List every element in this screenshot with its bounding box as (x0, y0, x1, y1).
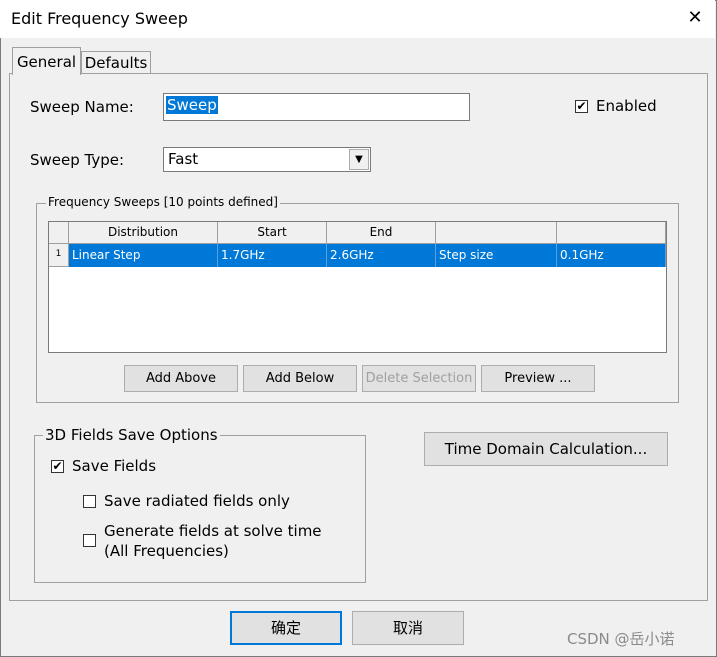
cancel-button[interactable]: 取消 (352, 611, 464, 645)
column-header-distribution[interactable]: Distribution (69, 222, 218, 244)
column-header-end[interactable]: End (327, 222, 436, 244)
column-header-start[interactable]: Start (218, 222, 327, 244)
close-icon[interactable]: ✕ (683, 6, 707, 30)
cell-end[interactable]: 2.6GHz (327, 244, 436, 267)
fields-save-label: 3D Fields Save Options (43, 426, 220, 444)
cell-param[interactable]: Step size (436, 244, 557, 267)
preview-button[interactable]: Preview ... (481, 365, 595, 392)
generate-fields-sublabel: (All Frequencies) (104, 542, 229, 560)
watermark: CSDN @岳小诺 (567, 630, 675, 648)
save-fields-checkbox[interactable]: ✔ (51, 460, 64, 473)
save-fields-label: Save Fields (72, 457, 157, 475)
sweep-type-label: Sweep Type: (30, 151, 125, 169)
table-corner (49, 222, 69, 244)
enabled-checkbox[interactable]: ✔ (575, 100, 588, 113)
sweep-name-value: Sweep (166, 96, 218, 114)
generate-fields-checkbox[interactable] (83, 534, 96, 547)
cell-start[interactable]: 1.7GHz (218, 244, 327, 267)
column-header-4[interactable] (436, 222, 557, 244)
sweeps-table[interactable]: Distribution Start End 1 Linear Step 1.7… (48, 221, 667, 353)
save-radiated-label: Save radiated fields only (104, 492, 290, 510)
chevron-down-icon[interactable]: ▼ (349, 149, 369, 170)
generate-fields-label: Generate fields at solve time (104, 522, 322, 540)
ok-button[interactable]: 确定 (230, 611, 342, 645)
window-title: Edit Frequency Sweep (11, 9, 188, 28)
sweep-name-input[interactable]: Sweep (163, 93, 470, 121)
delete-selection-button[interactable]: Delete Selection (362, 365, 476, 392)
tab-general[interactable]: General (12, 47, 81, 75)
save-radiated-checkbox[interactable] (83, 495, 96, 508)
add-above-button[interactable]: Add Above (124, 365, 238, 392)
frequency-sweeps-label: Frequency Sweeps [10 points defined] (46, 195, 280, 209)
time-domain-calculation-button[interactable]: Time Domain Calculation... (424, 432, 668, 466)
add-below-button[interactable]: Add Below (243, 365, 357, 392)
column-header-5[interactable] (557, 222, 666, 244)
cell-value[interactable]: 0.1GHz (557, 244, 666, 267)
sweep-type-value: Fast (168, 150, 199, 168)
row-number[interactable]: 1 (49, 244, 69, 267)
sweep-type-select[interactable]: Fast (163, 147, 371, 172)
enabled-label: Enabled (596, 97, 657, 115)
cell-distribution[interactable]: Linear Step (69, 244, 218, 267)
tab-defaults[interactable]: Defaults (81, 51, 151, 73)
sweep-name-label: Sweep Name: (30, 98, 134, 116)
